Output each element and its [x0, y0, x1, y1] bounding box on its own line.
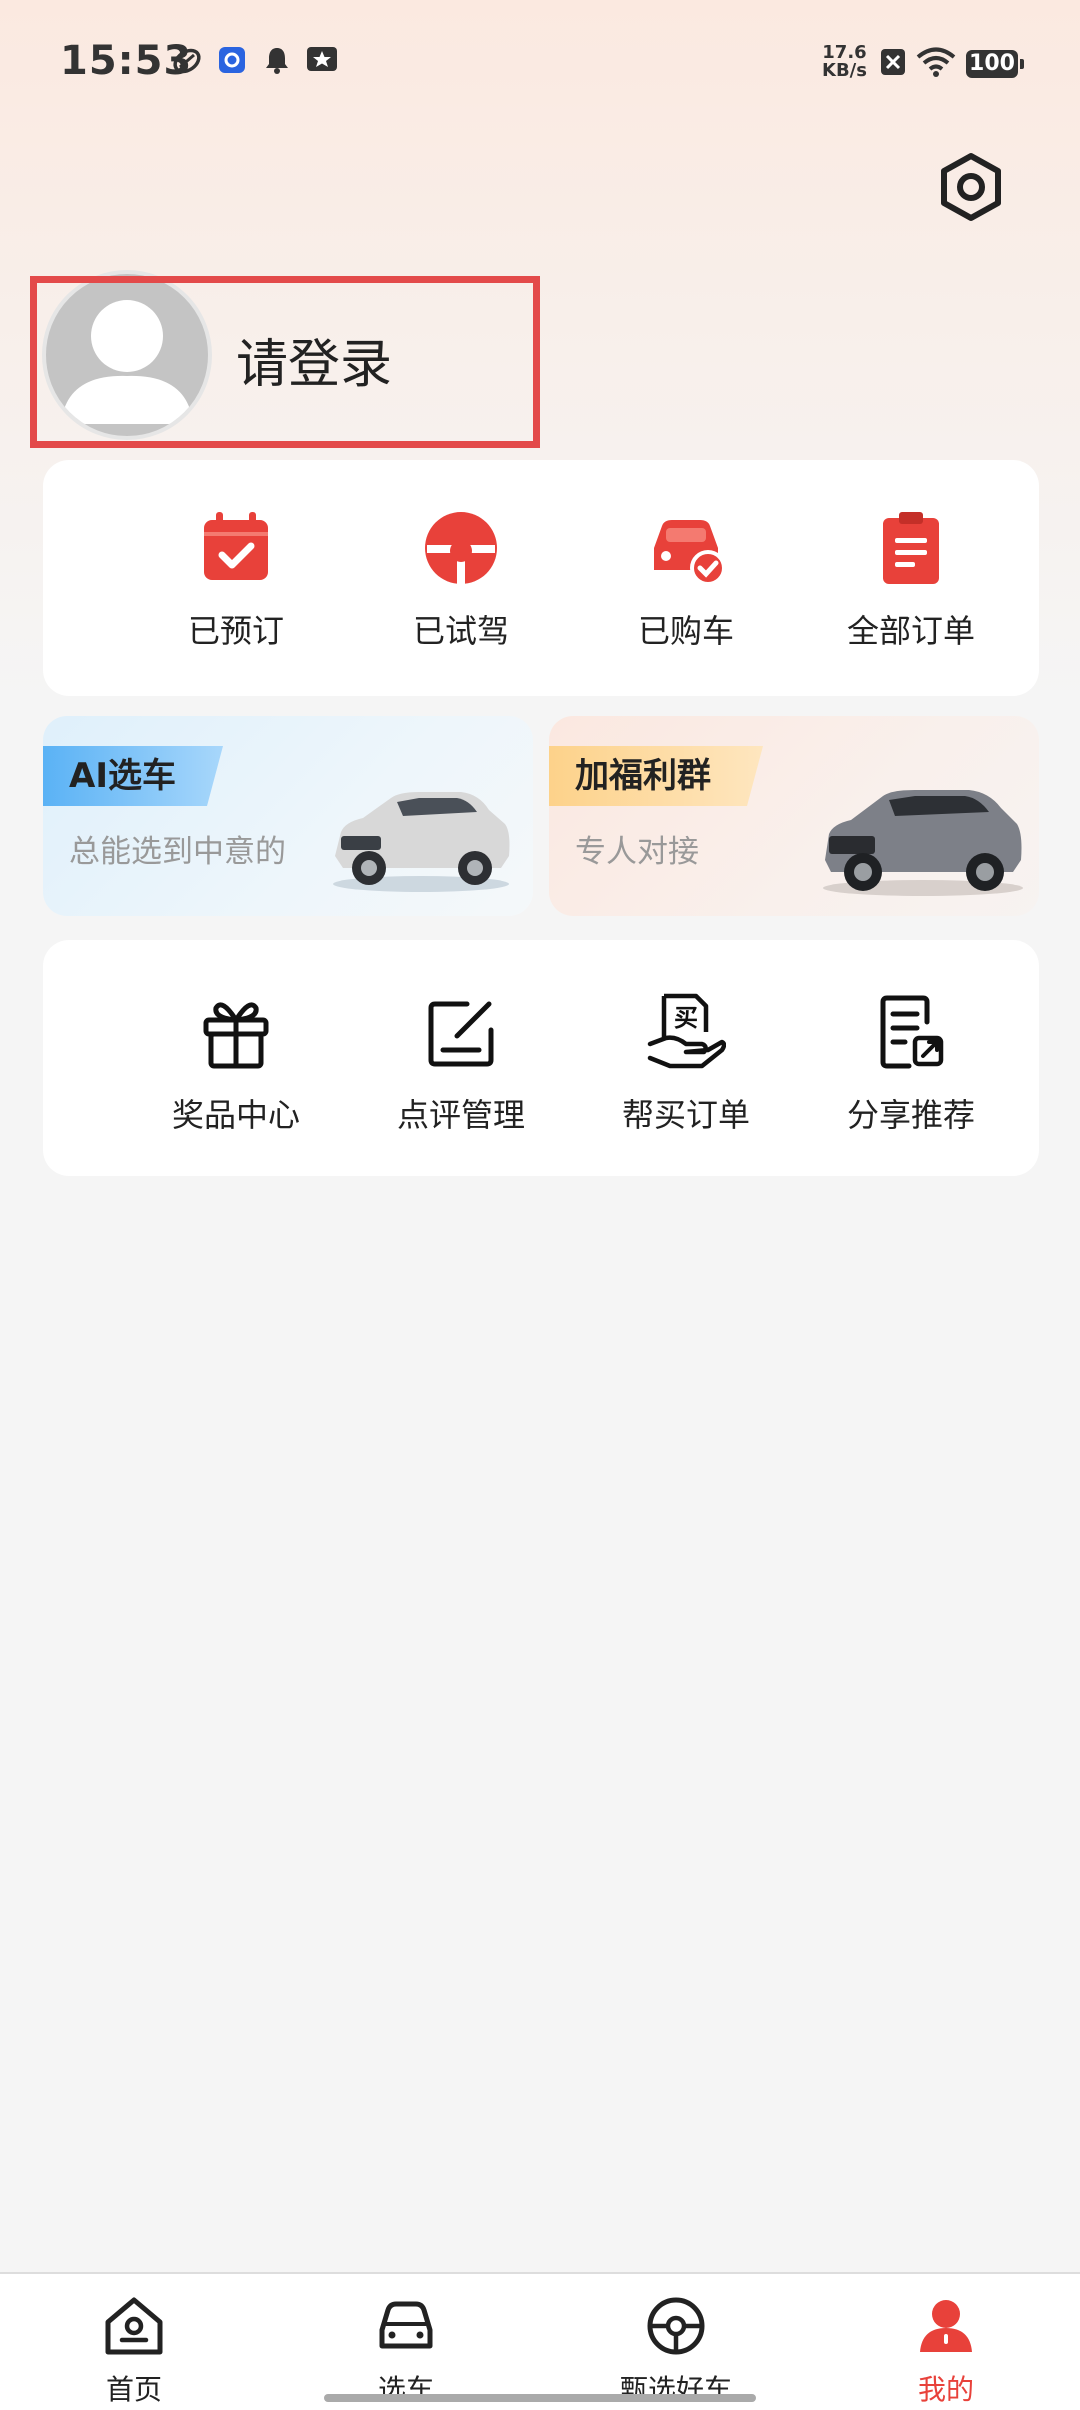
nav-label: 首页: [105, 2373, 162, 2406]
login-highlight-box[interactable]: [30, 276, 540, 448]
steering-wheel-icon: [425, 512, 497, 584]
steering-wheel-icon: [647, 2297, 705, 2355]
gesture-home-indicator[interactable]: [324, 2394, 756, 2402]
app-notification-icon: [173, 48, 201, 74]
suv-car-image: [333, 792, 510, 892]
service-label: 奖品中心: [171, 1096, 300, 1134]
ai-car-pick-subtitle: 总能选到中意的: [69, 834, 286, 870]
star-message-icon: [307, 47, 337, 71]
services-card: 奖品中心 点评管理 买 帮买订单 分享推荐: [43, 940, 1039, 1176]
welfare-group-banner[interactable]: 加福利群 专人对接: [549, 716, 1039, 916]
car-check-icon: [654, 520, 726, 586]
buy-glyph: 买: [674, 1004, 698, 1032]
suv-car-image: [823, 790, 1023, 896]
share-doc-icon: [880, 995, 944, 1069]
settings-icon[interactable]: [938, 152, 1004, 222]
order-label: 全部订单: [846, 612, 975, 650]
home-icon: [105, 2297, 163, 2355]
service-label: 点评管理: [396, 1096, 525, 1134]
ai-car-pick-tag: AI选车: [43, 746, 223, 806]
bell-icon: [266, 48, 288, 74]
edit-icon: [428, 1001, 494, 1067]
net-speed: 17.6 KB/s: [822, 44, 867, 80]
service-label: 分享推荐: [846, 1096, 975, 1134]
service-label: 帮买订单: [621, 1096, 750, 1134]
welfare-group-subtitle: 专人对接: [575, 834, 699, 870]
order-label: 已预订: [187, 612, 284, 650]
nav-label: 甄选好车: [619, 2373, 732, 2406]
gift-icon: [203, 1002, 269, 1069]
battery-indicator: 100: [966, 50, 1024, 78]
orders-card: 已预订 已试驾 已购车 全部订单: [43, 460, 1039, 696]
buy-hand-icon: 买: [647, 993, 726, 1069]
ai-car-pick-banner[interactable]: AI选车 总能选到中意的: [43, 716, 533, 916]
nav-label: 选车: [377, 2373, 434, 2406]
browser-notification-icon: [219, 47, 245, 73]
order-label: 已试驾: [412, 612, 509, 650]
clipboard-icon: [883, 512, 939, 584]
status-bar: 15:53 17.6 KB/s 100: [0, 0, 1080, 130]
user-icon-active: [920, 2300, 972, 2352]
wifi-icon: [916, 47, 956, 77]
car-icon: [379, 2301, 433, 2349]
welfare-group-tag: 加福利群: [549, 746, 763, 806]
sim-disabled-icon: [881, 49, 905, 75]
net-speed-unit: KB/s: [822, 60, 867, 81]
bottom-nav: 首页 选车 甄选好车 我的: [0, 2272, 1080, 2410]
nav-label-active: 我的: [917, 2373, 974, 2406]
order-label: 已购车: [637, 612, 734, 650]
calendar-check-icon: [204, 512, 268, 580]
